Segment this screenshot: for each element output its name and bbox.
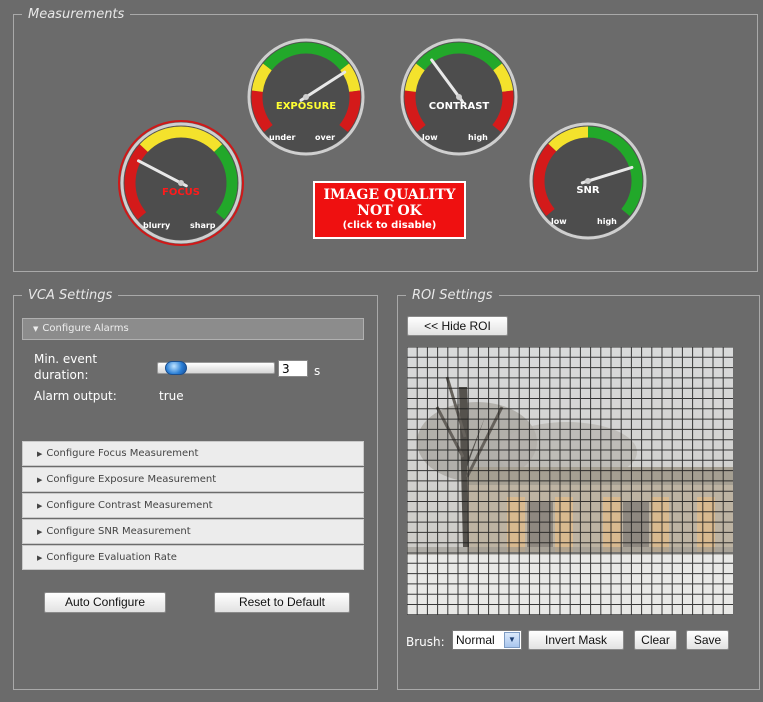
auto-configure-button[interactable]: Auto Configure	[44, 592, 166, 613]
configure-alarms-header[interactable]: ▼ Configure Alarms	[22, 318, 364, 340]
contrast-gauge-name: CONTRAST	[428, 101, 490, 112]
status-line-1: IMAGE QUALITY	[323, 187, 456, 203]
accordion-section[interactable]: ▶ Configure Focus Measurement	[22, 441, 364, 466]
hide-roi-button[interactable]: << Hide ROI	[407, 316, 508, 336]
chevron-down-icon[interactable]: ▼	[504, 632, 520, 648]
contrast-low-label: low	[422, 133, 438, 142]
snr-gauge-name: SNR	[576, 185, 600, 196]
accordion-section-label: Configure Exposure Measurement	[46, 474, 217, 485]
reset-to-default-button[interactable]: Reset to Default	[214, 592, 350, 613]
accordion-section[interactable]: ▶ Configure Contrast Measurement	[22, 493, 364, 518]
min-event-duration-input[interactable]	[278, 360, 308, 377]
roi-mask-canvas[interactable]	[407, 347, 733, 615]
accordion-section-label: Configure Evaluation Rate	[46, 552, 177, 563]
snr-gauge: SNR low high	[527, 120, 649, 242]
contrast-high-label: high	[468, 133, 488, 142]
triangle-right-icon: ▶	[37, 528, 43, 536]
configure-alarms-label: Configure Alarms	[42, 323, 129, 334]
focus-high-label: sharp	[190, 221, 216, 230]
exposure-gauge: EXPOSURE under over	[245, 36, 367, 158]
min-event-label-line1: Min. event	[34, 352, 98, 366]
exposure-gauge-name: EXPOSURE	[275, 101, 337, 112]
accordion-section[interactable]: ▶ Configure SNR Measurement	[22, 519, 364, 544]
focus-gauge: FOCUS blurry sharp	[118, 120, 244, 246]
slider-handle[interactable]	[165, 361, 187, 375]
triangle-down-icon: ▼	[33, 325, 39, 333]
alarm-output-value: true	[159, 389, 184, 403]
status-line-3: (click to disable)	[342, 220, 437, 231]
min-event-label-line2: duration:	[34, 368, 89, 382]
exposure-low-label: under	[269, 133, 296, 142]
focus-low-label: blurry	[143, 221, 171, 230]
brush-value: Normal	[456, 633, 495, 647]
alarm-output-label: Alarm output:	[34, 389, 117, 403]
brush-label: Brush:	[406, 635, 445, 649]
measurements-legend: Measurements	[28, 7, 125, 22]
accordion-section-label: Configure Focus Measurement	[46, 448, 199, 459]
exposure-high-label: over	[315, 133, 336, 142]
snr-high-label: high	[597, 217, 617, 226]
status-line-2: NOT OK	[357, 203, 422, 219]
vca-legend: VCA Settings	[28, 288, 113, 303]
contrast-gauge: CONTRAST low high	[398, 36, 520, 158]
triangle-right-icon: ▶	[37, 476, 43, 484]
triangle-right-icon: ▶	[37, 554, 43, 562]
clear-button[interactable]: Clear	[634, 630, 677, 650]
accordion-section[interactable]: ▶ Configure Exposure Measurement	[22, 467, 364, 492]
save-button[interactable]: Save	[686, 630, 729, 650]
camera-image	[407, 347, 733, 615]
image-quality-status-button[interactable]: IMAGE QUALITY NOT OK (click to disable)	[313, 181, 466, 239]
min-event-unit: s	[314, 364, 321, 378]
triangle-right-icon: ▶	[37, 502, 43, 510]
accordion-section-label: Configure SNR Measurement	[46, 526, 191, 537]
accordion-section[interactable]: ▶ Configure Evaluation Rate	[22, 545, 364, 570]
snr-low-label: low	[551, 217, 567, 226]
roi-legend: ROI Settings	[412, 288, 493, 303]
accordion-section-label: Configure Contrast Measurement	[46, 500, 213, 511]
invert-mask-button[interactable]: Invert Mask	[528, 630, 624, 650]
brush-select[interactable]: Normal ▼	[452, 630, 522, 650]
focus-gauge-name: FOCUS	[162, 187, 200, 198]
triangle-right-icon: ▶	[37, 450, 43, 458]
accordion-sections: ▶ Configure Focus Measurement ▶ Configure E…	[22, 441, 364, 570]
